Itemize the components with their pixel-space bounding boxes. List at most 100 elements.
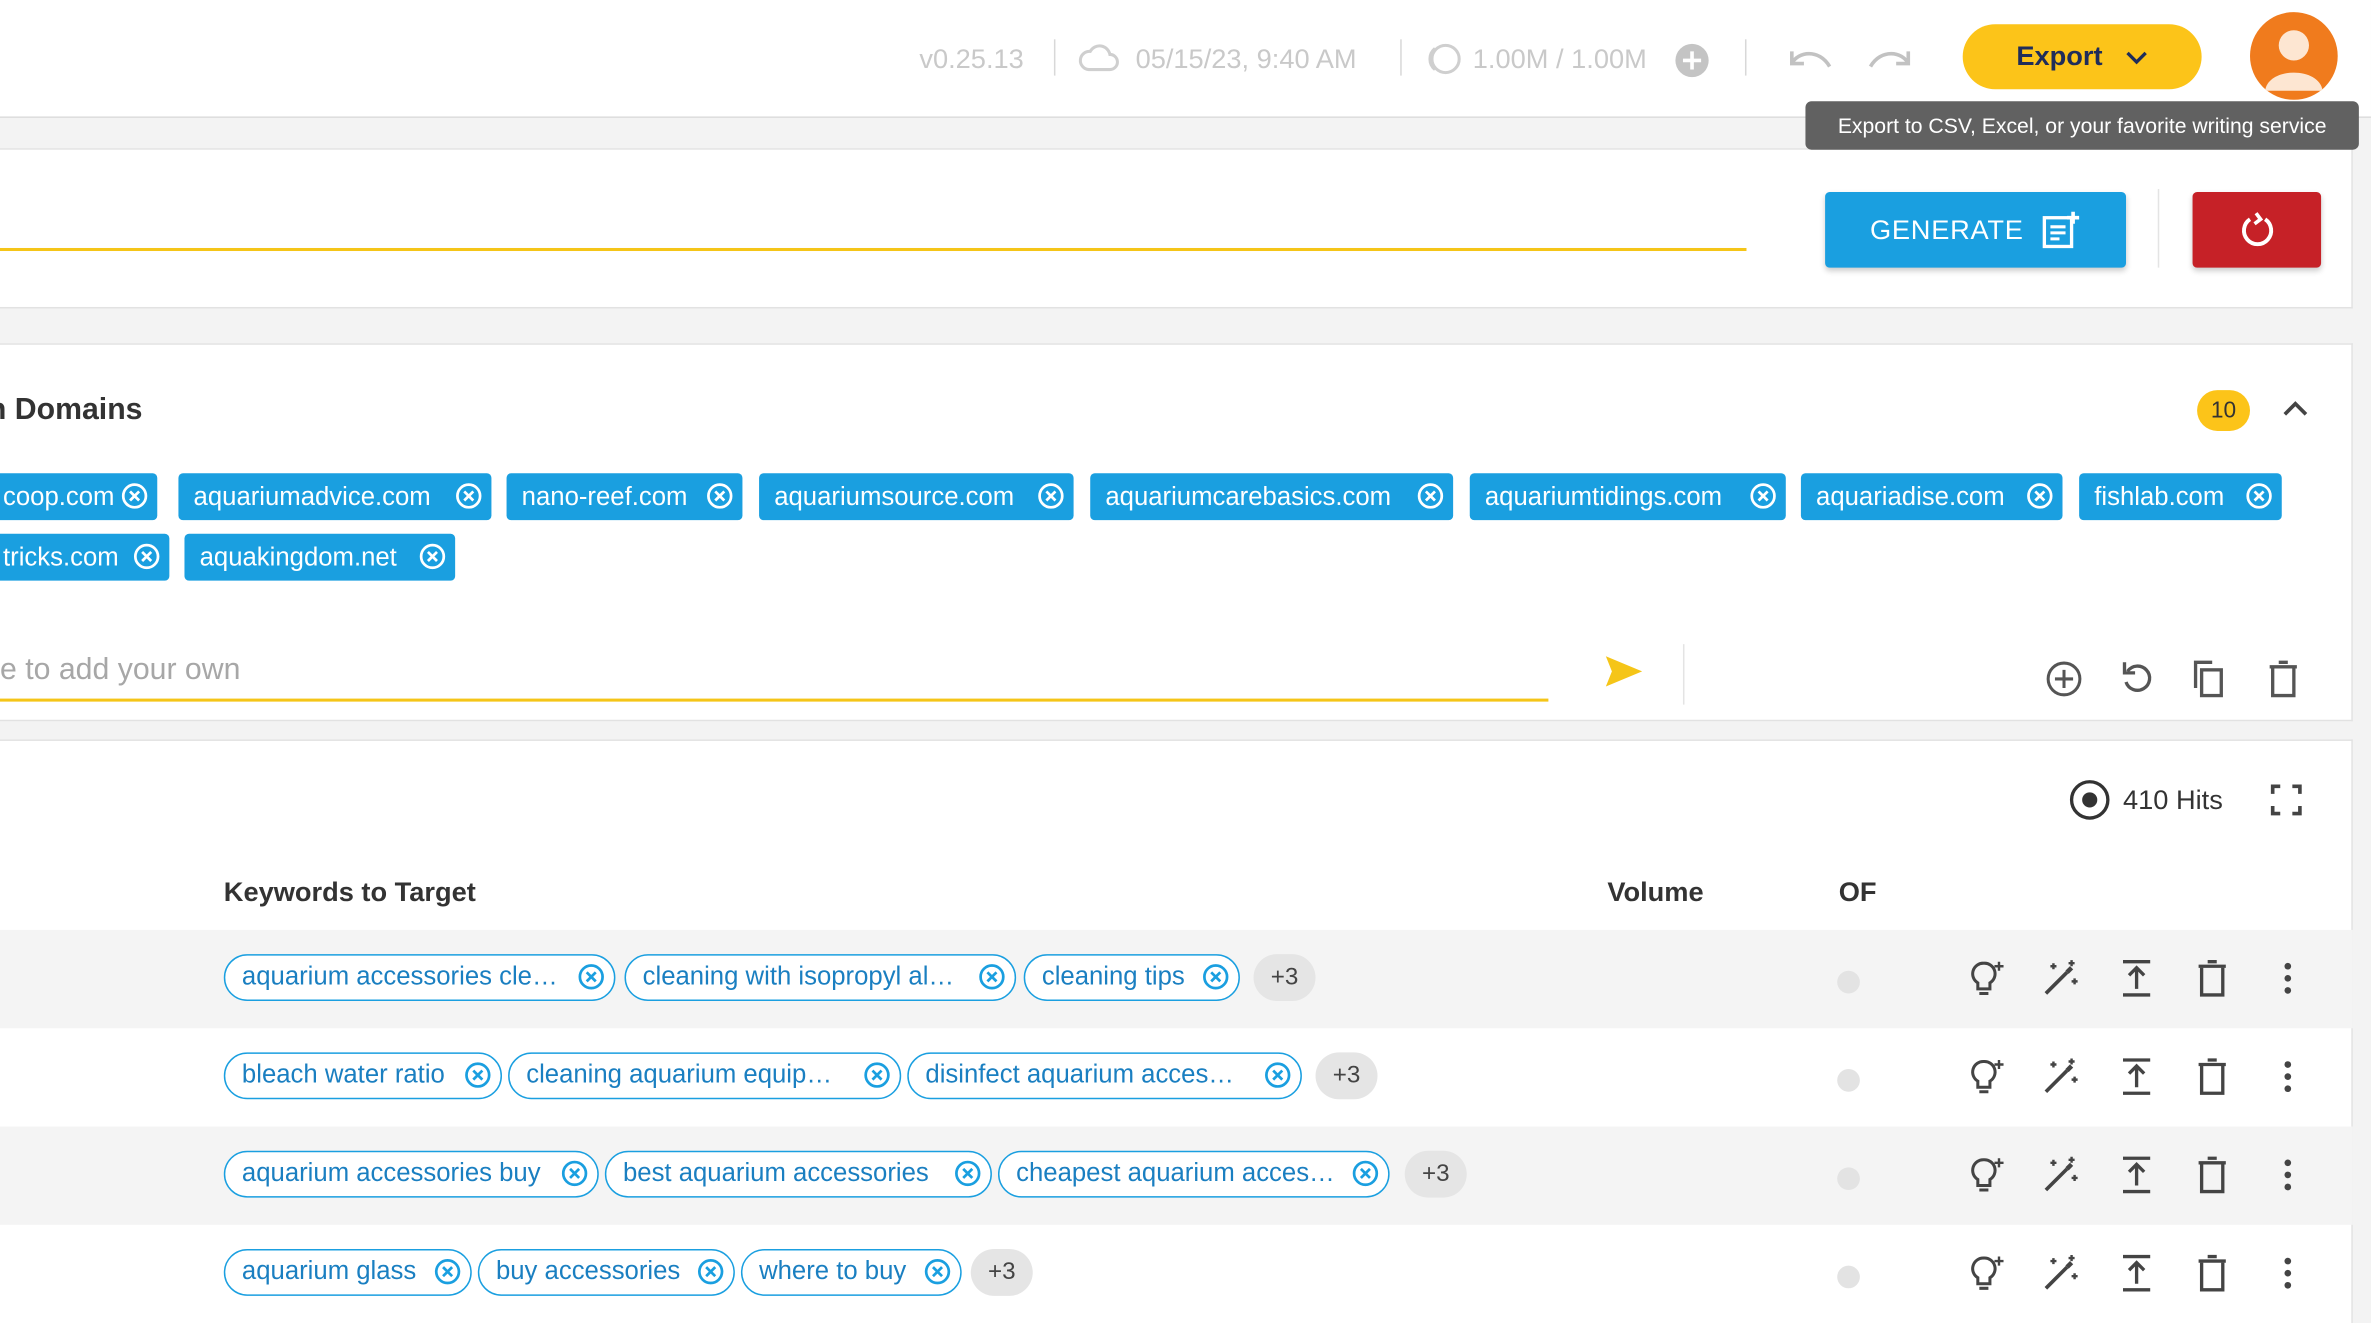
domain-chip[interactable]: tricks.com: [0, 533, 170, 581]
delete-row-icon[interactable]: [2194, 959, 2233, 998]
keyword-chip[interactable]: bleach water ratio: [223, 1052, 503, 1100]
redo-icon[interactable]: [1866, 42, 1914, 75]
idea-icon[interactable]: [1967, 1155, 2006, 1194]
table-row[interactable]: aquarium accessories buy best aquarium ac…: [0, 1126, 2353, 1225]
remove-keyword-icon[interactable]: [1352, 1160, 1379, 1187]
domain-chip[interactable]: fishlab.com: [2079, 473, 2282, 521]
generate-button[interactable]: GENERATE: [1825, 192, 2127, 268]
domain-chip[interactable]: aquariumadvice.com: [178, 473, 492, 521]
keyword-chip-label: best aquarium accessories: [622, 1158, 929, 1187]
remove-domain-icon[interactable]: [1037, 482, 1064, 509]
keyword-chip[interactable]: cheapest aquarium acces…: [997, 1150, 1390, 1198]
keyword-chip[interactable]: aquarium accessories buy: [223, 1150, 599, 1198]
table-row[interactable]: bleach water ratio cleaning aquarium equi…: [0, 1028, 2353, 1126]
remove-keyword-icon[interactable]: [561, 1160, 588, 1187]
domain-chip[interactable]: aquakingdom.net: [184, 533, 456, 581]
fullscreen-icon[interactable]: [2270, 783, 2303, 816]
remove-keyword-icon[interactable]: [1264, 1061, 1291, 1088]
idea-icon[interactable]: [1967, 959, 2006, 998]
chevron-up-icon[interactable]: [2280, 398, 2310, 419]
column-header-volume[interactable]: Volume: [1607, 877, 1703, 909]
more-options-icon[interactable]: [2270, 1155, 2309, 1194]
expand-row-icon[interactable]: [2118, 1155, 2157, 1194]
expand-row-icon[interactable]: [2118, 1057, 2157, 1096]
hits-label: 410 Hits: [2122, 784, 2223, 815]
add-circle-icon[interactable]: [2044, 659, 2083, 698]
table-row[interactable]: aquarium accessories cle… cleaning with i…: [0, 929, 2353, 1029]
magic-wand-icon[interactable]: [2041, 1057, 2080, 1096]
keyword-chip[interactable]: best aquarium accessories: [604, 1150, 992, 1198]
remove-domain-icon[interactable]: [419, 543, 446, 570]
remove-domain-icon[interactable]: [2245, 482, 2272, 509]
domain-chip[interactable]: aquariumcarebasics.com: [1090, 473, 1454, 521]
magic-wand-icon[interactable]: [2041, 1155, 2080, 1194]
keyword-chip[interactable]: cleaning aquarium equip…: [508, 1052, 902, 1100]
magic-wand-icon[interactable]: [2041, 1254, 2080, 1293]
trash-icon[interactable]: [2265, 658, 2301, 700]
domain-chip[interactable]: nano-reef.com: [506, 473, 743, 521]
remove-keyword-icon[interactable]: [578, 963, 605, 990]
idea-icon[interactable]: [1967, 1057, 2006, 1096]
table-row[interactable]: aquarium glass buy accessories where to bu…: [0, 1225, 2353, 1323]
more-keywords-badge[interactable]: +3: [970, 1248, 1033, 1296]
domain-chip[interactable]: aquariumtidings.com: [1469, 473, 1786, 521]
export-button[interactable]: Export: [1962, 24, 2202, 90]
divider: [1400, 39, 1402, 76]
remove-keyword-icon[interactable]: [464, 1061, 491, 1088]
remove-domain-icon[interactable]: [455, 482, 482, 509]
remove-domain-icon[interactable]: [133, 543, 160, 570]
keyword-chip[interactable]: aquarium glass: [223, 1248, 472, 1296]
reset-icon[interactable]: [2117, 658, 2156, 697]
keyword-chip-label: aquarium accessories buy: [241, 1158, 541, 1187]
divider: [1053, 39, 1056, 76]
expand-row-icon[interactable]: [2118, 959, 2157, 998]
remove-keyword-icon[interactable]: [978, 963, 1005, 990]
more-keywords-badge[interactable]: +3: [1404, 1150, 1467, 1198]
more-keywords-badge[interactable]: +3: [1315, 1052, 1378, 1100]
remove-keyword-icon[interactable]: [434, 1258, 461, 1285]
remove-keyword-icon[interactable]: [1202, 963, 1229, 990]
domain-chip[interactable]: aquariumsource.com: [759, 473, 1074, 521]
remove-domain-icon[interactable]: [1417, 482, 1444, 509]
more-options-icon[interactable]: [2270, 1057, 2309, 1096]
remove-domain-icon[interactable]: [121, 482, 148, 509]
remove-keyword-icon[interactable]: [863, 1061, 890, 1088]
remove-keyword-icon[interactable]: [924, 1258, 951, 1285]
delete-row-icon[interactable]: [2194, 1155, 2233, 1194]
remove-keyword-icon[interactable]: [697, 1258, 724, 1285]
magic-wand-icon[interactable]: [2041, 959, 2080, 998]
keyword-chip[interactable]: aquarium accessories cle…: [223, 954, 616, 1002]
keyword-chip[interactable]: cleaning tips: [1023, 954, 1240, 1002]
more-options-icon[interactable]: [2270, 959, 2309, 998]
avatar[interactable]: [2250, 12, 2338, 100]
keyword-chip-label: cheapest aquarium acces…: [1016, 1158, 1335, 1187]
topic-input-underline[interactable]: [0, 247, 1747, 252]
more-keywords-badge[interactable]: +3: [1253, 954, 1316, 1002]
add-domain-input[interactable]: [0, 641, 1549, 702]
keyword-chip-label: cleaning with isopropyl al…: [642, 961, 955, 991]
remove-domain-icon[interactable]: [1749, 482, 1776, 509]
send-icon[interactable]: [1603, 653, 1645, 689]
domain-chip[interactable]: coop.com: [0, 473, 158, 521]
expand-row-icon[interactable]: [2118, 1254, 2157, 1293]
keyword-chip[interactable]: where to buy: [740, 1248, 962, 1296]
domain-chip[interactable]: aquariadise.com: [1800, 473, 2063, 521]
refresh-icon: [2241, 212, 2273, 247]
keyword-chip[interactable]: buy accessories: [477, 1248, 735, 1296]
remove-keyword-icon[interactable]: [954, 1160, 981, 1187]
credits-icon: [1428, 43, 1461, 75]
undo-icon[interactable]: [1786, 42, 1834, 75]
delete-row-icon[interactable]: [2194, 1057, 2233, 1096]
target-icon: [2069, 780, 2110, 820]
keyword-chip[interactable]: disinfect aquarium acces…: [907, 1052, 1302, 1100]
add-credits-icon[interactable]: [1674, 42, 1710, 78]
keyword-chip[interactable]: cleaning with isopropyl al…: [624, 954, 1017, 1002]
remove-domain-icon[interactable]: [706, 482, 733, 509]
reset-button[interactable]: [2192, 192, 2322, 268]
more-options-icon[interactable]: [2270, 1254, 2309, 1293]
idea-icon[interactable]: [1967, 1254, 2006, 1293]
remove-domain-icon[interactable]: [2026, 482, 2053, 509]
copy-icon[interactable]: [2188, 658, 2227, 700]
column-header-of[interactable]: OF: [1839, 877, 1877, 909]
delete-row-icon[interactable]: [2194, 1254, 2233, 1293]
